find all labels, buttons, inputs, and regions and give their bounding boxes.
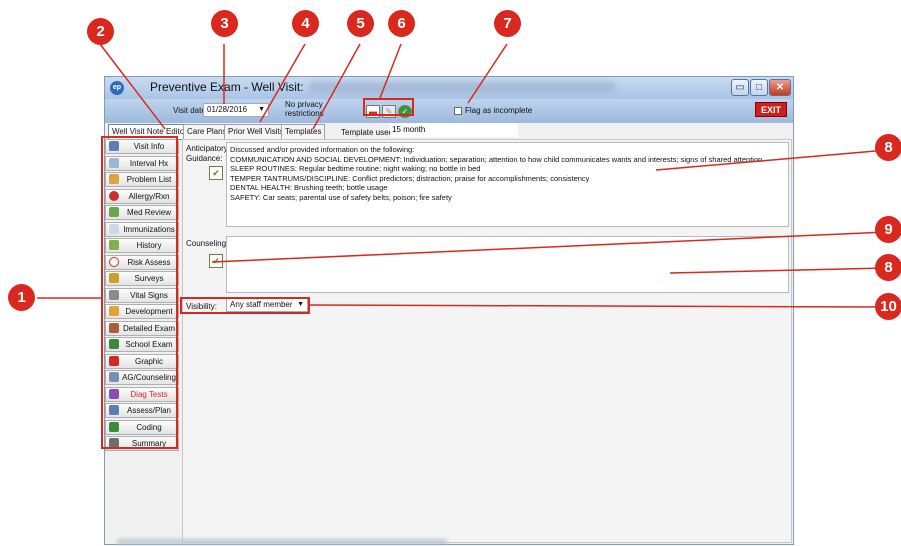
callout-9: 9 (875, 216, 901, 243)
callout-8-anticipatory: 8 (875, 134, 901, 161)
callout-1: 1 (8, 284, 35, 311)
callout-10: 10 (875, 293, 901, 320)
callout-connectors (37, 43, 888, 308)
callout-2: 2 (87, 18, 114, 45)
callout-5: 5 (347, 10, 374, 37)
callout-6: 6 (388, 10, 415, 37)
callout-7: 7 (494, 10, 521, 37)
callout-3: 3 (211, 10, 238, 37)
callout-4: 4 (292, 10, 319, 37)
callout-8-counseling: 8 (875, 254, 901, 281)
